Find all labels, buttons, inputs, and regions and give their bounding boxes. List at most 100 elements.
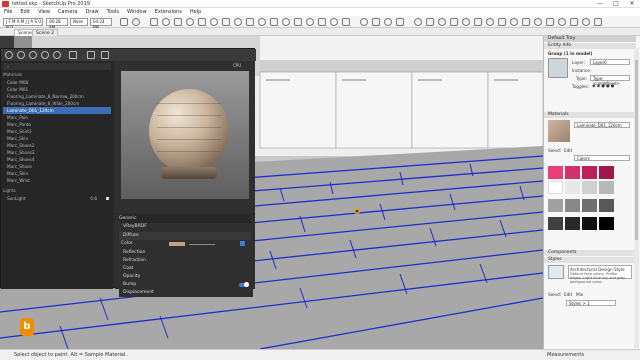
light-item[interactable]: SunLight 0.6	[3, 195, 111, 202]
diffuse-section[interactable]: Diffuse	[119, 232, 251, 240]
vray-plane-icon[interactable]	[558, 18, 566, 26]
type-select[interactable]: Type: <undefined>	[590, 75, 630, 86]
scale-tool-icon[interactable]	[258, 18, 266, 26]
menu-camera[interactable]: Camera	[54, 8, 82, 16]
layout-icon[interactable]	[384, 18, 392, 26]
styles-header[interactable]: Styles	[544, 257, 636, 263]
colors-dropdown[interactable]: Colors	[574, 155, 630, 161]
list-item[interactable]: Marc_Wrist	[3, 177, 111, 184]
material-name-field[interactable]: Laminate_D01_120cm	[574, 122, 630, 128]
vray-frame-buffer-icon[interactable]	[462, 18, 470, 26]
tape-measure-icon[interactable]	[270, 18, 278, 26]
render-elements-icon[interactable]	[41, 51, 49, 59]
menu-tools[interactable]: Tools	[103, 8, 123, 16]
fog-icon[interactable]	[132, 18, 140, 26]
color-swatch[interactable]	[599, 199, 614, 212]
vray-render-icon[interactable]	[414, 18, 422, 26]
list-item[interactable]: Marc_Skin	[3, 135, 111, 142]
color-swatch[interactable]	[599, 217, 614, 230]
pan-icon[interactable]	[318, 18, 326, 26]
tab-edit[interactable]: Edit	[564, 148, 572, 153]
refraction-section[interactable]: Refraction	[119, 257, 251, 265]
zoom-icon[interactable]	[330, 18, 338, 26]
time-start[interactable]: 06:28 AM	[46, 18, 68, 30]
color-swatch[interactable]	[565, 181, 580, 194]
materials-icon[interactable]	[5, 51, 13, 59]
list-item-selected[interactable]: Laminate_D01_120cm	[3, 107, 111, 114]
vray-interactive-icon[interactable]	[426, 18, 434, 26]
color-swatch[interactable]	[548, 166, 563, 179]
list-item[interactable]: Marc_Pain	[3, 114, 111, 121]
3d-warehouse-icon[interactable]	[360, 18, 368, 26]
settings-icon[interactable]	[69, 51, 77, 59]
shadow-icon[interactable]	[120, 18, 128, 26]
eraser-tool-icon[interactable]	[162, 18, 170, 26]
list-item[interactable]: Color M01	[3, 86, 111, 93]
render-teapot-icon[interactable]	[87, 51, 95, 59]
vray-cloud-icon[interactable]	[438, 18, 446, 26]
orbit-icon[interactable]	[306, 18, 314, 26]
close-button[interactable]: ✕	[624, 0, 640, 8]
vray-asset-editor-icon[interactable]	[450, 18, 458, 26]
arc-tool-icon[interactable]	[186, 18, 194, 26]
list-item[interactable]: Color M08	[3, 79, 111, 86]
color-swatch[interactable]	[565, 217, 580, 230]
paint-bucket-icon[interactable]	[294, 18, 302, 26]
color-swatch[interactable]	[565, 166, 580, 179]
color-swatch[interactable]	[582, 199, 597, 212]
menu-draw[interactable]: Draw	[82, 8, 103, 16]
list-item[interactable]: Flooring_Laminate_8_Wide_200cm	[3, 100, 111, 107]
layer-select[interactable]: Layer0	[590, 59, 630, 65]
menu-view[interactable]: View	[34, 8, 54, 16]
menu-help[interactable]: Help	[186, 8, 205, 16]
color-swatch[interactable]	[565, 199, 580, 212]
time-end[interactable]: 04:24 PM	[90, 18, 112, 30]
list-item[interactable]: Marc_Shoes	[3, 163, 111, 170]
color-swatch[interactable]	[548, 199, 563, 212]
list-item[interactable]: Marc_Shirt1	[3, 128, 111, 135]
entity-info-header[interactable]: Entity Info	[544, 43, 636, 49]
light-toggle-icon[interactable]	[106, 197, 109, 200]
panel-toggle-icon[interactable]	[101, 51, 109, 59]
color-swatch[interactable]	[548, 181, 563, 194]
bump-toggle[interactable]	[239, 282, 249, 287]
color-swatch[interactable]	[582, 181, 597, 194]
styles-dropdown[interactable]: Styles > 1	[566, 300, 616, 306]
month-selector[interactable]: J F M A M J J A S O N D	[3, 18, 43, 30]
color-swatch[interactable]	[599, 181, 614, 194]
move-tool-icon[interactable]	[234, 18, 242, 26]
menu-window[interactable]: Window	[123, 8, 151, 16]
vray-dome-light-icon[interactable]	[522, 18, 530, 26]
components-header[interactable]: Components	[544, 250, 636, 256]
coat-section[interactable]: Coat	[119, 265, 251, 273]
push-pull-tool-icon[interactable]	[210, 18, 218, 26]
color-swatch[interactable]	[548, 217, 563, 230]
minimize-button[interactable]: —	[592, 0, 608, 8]
search-input[interactable]: ⌕	[3, 63, 111, 70]
list-item[interactable]: Marc_Shoes2	[3, 142, 111, 149]
menu-file[interactable]: File	[0, 8, 16, 16]
styles-tab-edit[interactable]: Edit	[564, 292, 572, 297]
color-slider[interactable]	[189, 244, 215, 245]
vray-ies-light-icon[interactable]	[510, 18, 518, 26]
zoom-extents-icon[interactable]	[342, 18, 350, 26]
materials-header[interactable]: Materials	[544, 112, 636, 118]
text-tool-icon[interactable]	[282, 18, 290, 26]
geometry-icon[interactable]	[29, 51, 37, 59]
list-item[interactable]: Marc_Skin	[3, 170, 111, 177]
reflection-section[interactable]: Reflection	[119, 249, 251, 257]
rotate-tool-icon[interactable]	[246, 18, 254, 26]
color-swatch[interactable]	[169, 242, 185, 246]
bump-section[interactable]: Bump	[119, 281, 251, 289]
styles-tab-select[interactable]: Select	[548, 292, 561, 297]
select-tool-icon[interactable]	[150, 18, 158, 26]
tab-scene-2[interactable]: Scene 2	[32, 29, 59, 36]
vray-mesh-icon[interactable]	[570, 18, 578, 26]
list-item[interactable]: Marc_Shoes4	[3, 156, 111, 163]
list-item[interactable]: Flooring_Laminate_8_Narrow_200cm	[3, 93, 111, 100]
texture-slot-icon[interactable]	[240, 241, 245, 246]
color-swatch[interactable]	[582, 217, 597, 230]
line-tool-icon[interactable]	[174, 18, 182, 26]
brdf-header[interactable]: VRayBRDF	[119, 223, 251, 231]
menu-edit[interactable]: Edit	[16, 8, 34, 16]
